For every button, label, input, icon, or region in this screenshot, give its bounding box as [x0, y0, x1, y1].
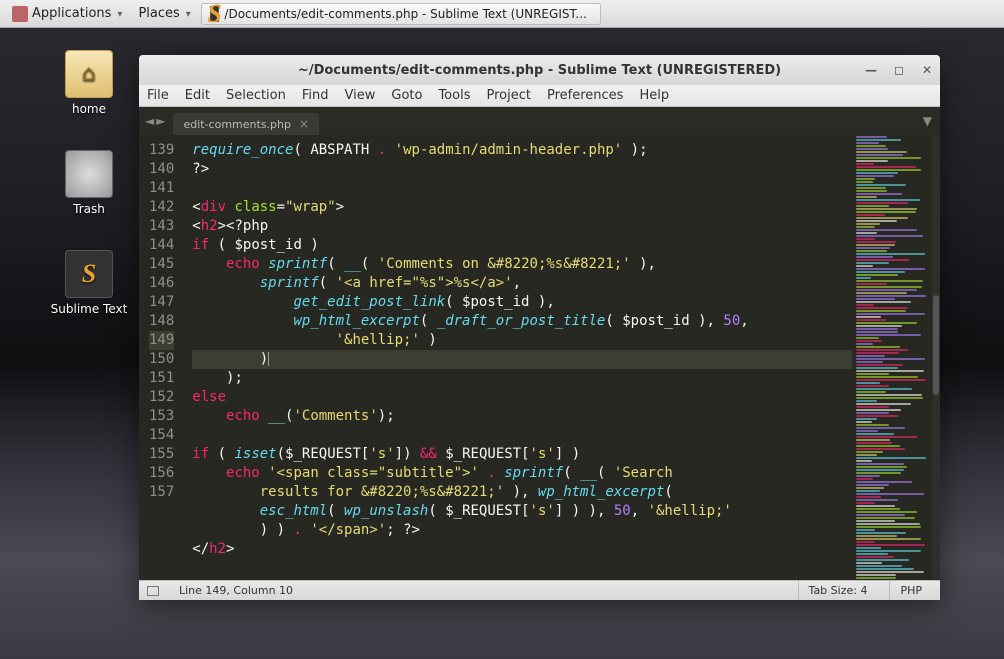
places-menu[interactable]: Places [132, 4, 196, 23]
vertical-scrollbar[interactable] [932, 135, 940, 580]
line-number: 153 [149, 407, 174, 426]
tab-edit-comments[interactable]: edit-comments.php × [173, 113, 319, 135]
panel-switcher-icon[interactable] [147, 586, 159, 596]
desktop-icon-label: Sublime Text [44, 302, 134, 316]
line-number: 149 [149, 331, 174, 350]
line-number: 145 [149, 255, 174, 274]
tab-overflow-icon[interactable]: ▼ [923, 114, 932, 128]
editor-area: 1391401411421431441451461471481491501511… [139, 135, 940, 580]
window-title: ~/Documents/edit-comments.php - Sublime … [298, 63, 781, 78]
sublime-icon [210, 6, 220, 22]
tabbar: ◄ ► edit-comments.php × ▼ [139, 107, 940, 135]
minimize-button[interactable]: — [864, 63, 878, 77]
code-line[interactable] [192, 426, 852, 445]
menu-file[interactable]: File [147, 88, 169, 103]
sublime-icon [65, 250, 113, 298]
line-number: 154 [149, 426, 174, 445]
minimap[interactable] [852, 135, 932, 580]
menu-find[interactable]: Find [302, 88, 329, 103]
code-line[interactable]: require_once( ABSPATH . 'wp-admin/admin-… [192, 141, 852, 160]
code-line[interactable]: '&hellip;' ) [192, 331, 852, 350]
code-line[interactable]: echo sprintf( __( 'Comments on &#8220;%s… [192, 255, 852, 274]
code-line[interactable] [192, 179, 852, 198]
line-number: 143 [149, 217, 174, 236]
code-line[interactable]: echo __('Comments'); [192, 407, 852, 426]
desktop: Applications Places /Documents/edit-comm… [0, 0, 1004, 659]
line-number: 155 [149, 445, 174, 464]
desktop-icon-trash[interactable]: Trash [44, 150, 134, 216]
code-line[interactable]: echo '<span class="subtitle">' . sprintf… [192, 464, 852, 483]
desktop-icon-sublime[interactable]: Sublime Text [44, 250, 134, 316]
trash-icon [65, 150, 113, 198]
code-line[interactable]: <div class="wrap"> [192, 198, 852, 217]
code-line[interactable]: ?> [192, 160, 852, 179]
desktop-icon-label: Trash [44, 202, 134, 216]
line-number: 152 [149, 388, 174, 407]
line-number-gutter: 1391401411421431441451461471481491501511… [139, 135, 188, 580]
code-editor[interactable]: require_once( ABSPATH . 'wp-admin/admin-… [188, 135, 852, 580]
line-number: 141 [149, 179, 174, 198]
menu-help[interactable]: Help [639, 88, 669, 103]
close-button[interactable]: ✕ [920, 63, 934, 77]
taskbar-entry-title: /Documents/edit-comments.php - Sublime T… [224, 7, 586, 21]
line-number: 140 [149, 160, 174, 179]
code-line[interactable]: results for &#8220;%s&#8221;' ), wp_html… [192, 483, 852, 502]
desktop-icon-label: home [44, 102, 134, 116]
code-line[interactable]: else [192, 388, 852, 407]
menu-view[interactable]: View [345, 88, 376, 103]
code-line[interactable] [192, 559, 852, 578]
status-cursor-position: Line 149, Column 10 [179, 584, 293, 597]
os-taskbar: Applications Places /Documents/edit-comm… [0, 0, 1004, 28]
line-number: 156 [149, 464, 174, 483]
line-number: 157 [149, 483, 174, 502]
places-label: Places [138, 6, 179, 21]
line-number: 146 [149, 274, 174, 293]
line-number: 151 [149, 369, 174, 388]
code-line[interactable]: get_edit_post_link( $post_id ), [192, 293, 852, 312]
line-number: 142 [149, 198, 174, 217]
code-line[interactable]: if ( isset($_REQUEST['s']) && $_REQUEST[… [192, 445, 852, 464]
applications-menu[interactable]: Applications [6, 4, 128, 24]
menu-project[interactable]: Project [486, 88, 530, 103]
code-line[interactable]: esc_html( wp_unslash( $_REQUEST['s'] ) )… [192, 502, 852, 521]
taskbar-entry-sublime[interactable]: /Documents/edit-comments.php - Sublime T… [201, 3, 601, 25]
chevron-down-icon [115, 6, 122, 21]
maximize-button[interactable]: ◻ [892, 63, 906, 77]
line-number: 144 [149, 236, 174, 255]
menu-goto[interactable]: Goto [391, 88, 422, 103]
code-line[interactable]: </h2> [192, 540, 852, 559]
sublime-window: ~/Documents/edit-comments.php - Sublime … [139, 55, 940, 600]
code-line[interactable]: ); [192, 369, 852, 388]
code-line[interactable]: ) ) . '</span>'; ?> [192, 521, 852, 540]
line-number: 148 [149, 312, 174, 331]
status-tab-size[interactable]: Tab Size: 4 [798, 581, 878, 600]
scrollbar-thumb[interactable] [933, 295, 939, 395]
titlebar[interactable]: ~/Documents/edit-comments.php - Sublime … [139, 55, 940, 85]
code-line[interactable]: wp_html_excerpt( _draft_or_post_title( $… [192, 312, 852, 331]
statusbar: Line 149, Column 10 Tab Size: 4 PHP [139, 580, 940, 600]
applications-label: Applications [32, 6, 111, 21]
menubar: File Edit Selection Find View Goto Tools… [139, 85, 940, 107]
applications-icon [12, 6, 28, 22]
menu-preferences[interactable]: Preferences [547, 88, 623, 103]
line-number: 147 [149, 293, 174, 312]
line-number: 139 [149, 141, 174, 160]
menu-selection[interactable]: Selection [226, 88, 286, 103]
code-line[interactable]: if ( $post_id ) [192, 236, 852, 255]
tab-history-back-icon[interactable]: ◄ [145, 114, 154, 128]
tab-history-forward-icon[interactable]: ► [156, 114, 165, 128]
status-syntax[interactable]: PHP [889, 581, 932, 600]
code-line[interactable]: sprintf( '<a href="%s">%s</a>', [192, 274, 852, 293]
code-line[interactable]: ) [192, 350, 852, 369]
tab-label: edit-comments.php [183, 118, 291, 131]
home-folder-icon [65, 50, 113, 98]
menu-edit[interactable]: Edit [185, 88, 210, 103]
menu-tools[interactable]: Tools [438, 88, 470, 103]
tab-close-icon[interactable]: × [299, 117, 309, 131]
line-number: 150 [149, 350, 174, 369]
desktop-icon-home[interactable]: home [44, 50, 134, 116]
code-line[interactable]: <h2><?php [192, 217, 852, 236]
chevron-down-icon [184, 6, 191, 21]
